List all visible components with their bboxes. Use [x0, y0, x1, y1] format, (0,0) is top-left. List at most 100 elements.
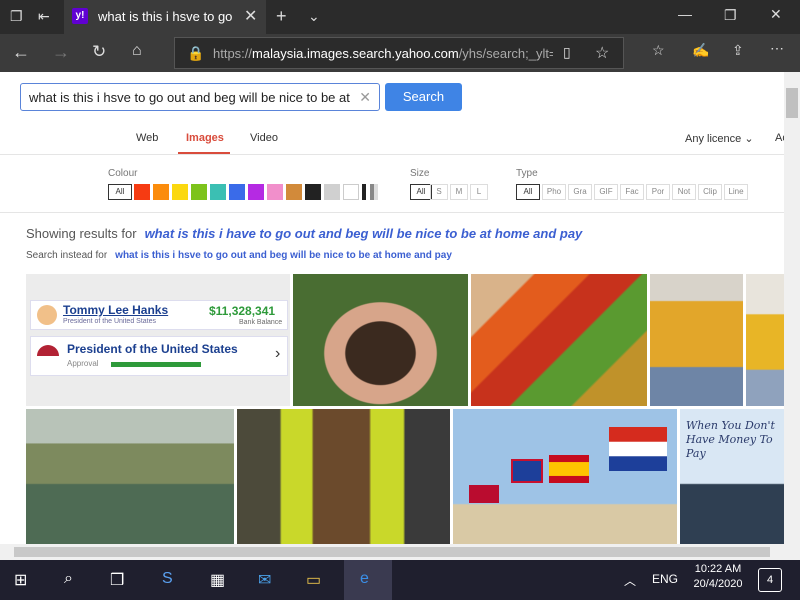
reading-view-icon[interactable]: ▯: [563, 44, 571, 61]
window-close-icon[interactable]: ✕: [770, 6, 782, 23]
clear-search-icon[interactable]: ✕: [359, 89, 371, 106]
new-tab-icon[interactable]: +: [276, 6, 287, 27]
licence-dropdown[interactable]: Any licence ⌄: [685, 132, 754, 145]
browser-tab[interactable]: y! what is this i hsve to go ✕: [64, 0, 266, 34]
colour-swatch[interactable]: [324, 184, 340, 200]
set-aside-tabs-icon[interactable]: ⇤: [38, 8, 50, 25]
share-icon[interactable]: ⇪: [732, 42, 744, 59]
card-row: Tommy Lee Hanks President of the United …: [30, 300, 288, 330]
card-row: President of the United States Approval …: [30, 336, 288, 376]
language-indicator[interactable]: ENG: [652, 572, 678, 586]
divider: [0, 212, 784, 213]
show-hidden-icons-icon[interactable]: ︿: [624, 572, 636, 589]
colour-swatch[interactable]: [229, 184, 245, 200]
result-image-yellow-shirt[interactable]: [650, 274, 743, 406]
clock-date: 20/4/2020: [693, 578, 743, 590]
favorites-list-icon[interactable]: ☆: [652, 42, 665, 59]
colour-swatch[interactable]: [172, 184, 188, 200]
more-icon[interactable]: ⋯: [770, 40, 784, 57]
minimize-icon[interactable]: —: [678, 6, 692, 22]
nav-extra[interactable]: Ac: [775, 132, 784, 144]
corrected-query-link[interactable]: what is this i have to go out and beg wi…: [145, 226, 583, 241]
search-icon[interactable]: ⌕: [64, 570, 73, 588]
norway-flag: [469, 485, 499, 503]
tab-video[interactable]: Video: [250, 132, 278, 144]
colour-swatch[interactable]: [267, 184, 283, 200]
spain-flag: [549, 455, 589, 483]
forward-icon[interactable]: →: [52, 42, 70, 63]
result-image-vegetables[interactable]: [471, 274, 647, 406]
search-button[interactable]: Search: [385, 83, 462, 111]
type-option[interactable]: Clip: [698, 184, 722, 200]
type-option[interactable]: Gra: [568, 184, 592, 200]
favorite-star-icon[interactable]: ☆: [595, 43, 609, 63]
type-option[interactable]: GIF: [594, 184, 618, 200]
edge-taskbar-button[interactable]: e: [344, 560, 392, 600]
file-explorer-icon[interactable]: ▭: [306, 570, 321, 590]
page-content: what is this i hsve to go out and beg wi…: [0, 72, 784, 544]
type-option[interactable]: Not: [672, 184, 696, 200]
us-flag-icon: [37, 345, 59, 367]
lock-icon: 🔒: [187, 45, 205, 61]
colour-swatch[interactable]: [153, 184, 169, 200]
original-query-link[interactable]: what is this i hsve to go out and beg wi…: [115, 250, 452, 261]
result-image-ducks[interactable]: When You Don't Have Money To Pay: [680, 409, 784, 544]
colour-all[interactable]: All: [108, 184, 132, 200]
vertical-scrollbar[interactable]: [784, 72, 800, 544]
tab-list-chevron-icon[interactable]: ⌄: [308, 8, 320, 25]
horizontal-scroll-thumb[interactable]: [14, 547, 770, 557]
type-option[interactable]: Por: [646, 184, 670, 200]
tab-actions-icon[interactable]: ❐: [10, 8, 23, 25]
colour-swatch[interactable]: [305, 184, 321, 200]
tab-web[interactable]: Web: [136, 132, 158, 144]
tab-images[interactable]: Images: [186, 132, 224, 144]
url-field[interactable]: 🔒 https://malaysia.images.search.yahoo.c…: [174, 37, 624, 69]
pen-icon[interactable]: ✍: [692, 42, 709, 59]
image-caption: When You Don't Have Money To Pay: [686, 419, 775, 460]
type-option[interactable]: Line: [724, 184, 748, 200]
windows-start-icon[interactable]: ⊞: [14, 570, 27, 590]
card-sub: Approval: [67, 359, 99, 368]
size-option[interactable]: S: [430, 184, 448, 200]
url-text: https://malaysia.images.search.yahoo.com…: [213, 46, 553, 61]
colour-swatch-bw[interactable]: [362, 184, 378, 200]
mail-icon[interactable]: ✉: [258, 570, 271, 590]
type-option[interactable]: All: [516, 184, 540, 200]
restore-icon[interactable]: ❐: [724, 7, 737, 24]
store-icon[interactable]: ▦: [210, 570, 225, 590]
size-option[interactable]: All: [410, 184, 432, 200]
result-image-river-fishing[interactable]: [26, 409, 234, 544]
task-view-icon[interactable]: ❒: [110, 570, 124, 590]
type-option[interactable]: Pho: [542, 184, 566, 200]
notification-center-icon[interactable]: 4: [758, 568, 782, 592]
back-icon[interactable]: ←: [12, 42, 30, 63]
size-option[interactable]: M: [450, 184, 468, 200]
card-role: President of the United States: [63, 318, 156, 325]
size-option[interactable]: L: [470, 184, 488, 200]
clock[interactable]: 10:22 AM 20/4/2020: [690, 563, 746, 590]
result-image-yellow-shirt-2[interactable]: [746, 274, 784, 406]
search-input[interactable]: what is this i hsve to go out and beg wi…: [20, 83, 380, 111]
home-icon[interactable]: ⌂: [132, 42, 142, 60]
colour-swatch[interactable]: [134, 184, 150, 200]
colour-swatch[interactable]: [191, 184, 207, 200]
vertical-scroll-thumb[interactable]: [786, 88, 798, 118]
netherlands-flag: [609, 427, 667, 471]
card-amount: $11,328,341: [209, 304, 276, 318]
result-image-flags[interactable]: [453, 409, 677, 544]
tab-close-icon[interactable]: ✕: [244, 6, 257, 26]
colour-label: Colour: [108, 168, 138, 179]
colour-swatch[interactable]: [248, 184, 264, 200]
type-option[interactable]: Fac: [620, 184, 644, 200]
clock-time: 10:22 AM: [694, 563, 742, 575]
colour-swatch[interactable]: [343, 184, 359, 200]
result-image-press-conference[interactable]: [237, 409, 450, 544]
refresh-icon[interactable]: ↻: [92, 42, 106, 62]
edge-icon: e: [360, 570, 369, 587]
colour-swatch[interactable]: [286, 184, 302, 200]
result-image-tommy-card[interactable]: Tommy Lee Hanks President of the United …: [26, 274, 290, 406]
result-image-soil-hands[interactable]: [293, 274, 468, 406]
app-s-icon[interactable]: S: [162, 570, 173, 588]
card-name: Tommy Lee Hanks: [63, 303, 169, 317]
colour-swatch[interactable]: [210, 184, 226, 200]
